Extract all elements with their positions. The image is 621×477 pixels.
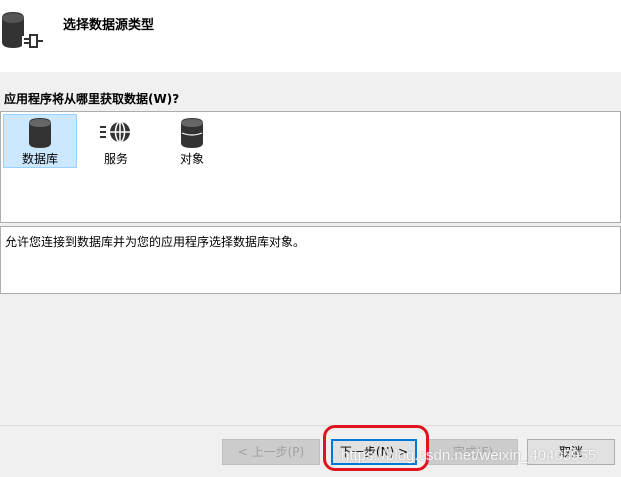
footer-divider [0, 425, 621, 426]
database-plug-icon [2, 12, 43, 48]
type-item-database[interactable]: 数据库 [3, 114, 77, 168]
wizard-header: 选择数据源类型 [0, 0, 621, 72]
type-label-object: 对象 [179, 152, 204, 166]
type-item-service[interactable]: 服务 [79, 114, 153, 168]
type-label-database: 数据库 [21, 152, 58, 166]
data-source-type-list[interactable]: 数据库 服务 对象 [0, 111, 621, 223]
page-title: 选择数据源类型 [63, 18, 155, 33]
description-panel: 允许您连接到数据库并为您的应用程序选择数据库对象。 [0, 226, 621, 294]
service-globe-icon [100, 121, 130, 143]
source-question-label: 应用程序将从哪里获取数据(W)? [4, 92, 180, 106]
type-label-service: 服务 [103, 152, 128, 166]
object-icon [181, 118, 203, 148]
description-text: 允许您连接到数据库并为您的应用程序选择数据库对象。 [5, 235, 306, 249]
type-item-object[interactable]: 对象 [155, 114, 229, 168]
watermark-text: https://blog.csdn.net/weixin_40405955 [341, 447, 597, 464]
previous-button[interactable]: < 上一步(P) [222, 439, 320, 465]
database-icon [29, 118, 51, 148]
